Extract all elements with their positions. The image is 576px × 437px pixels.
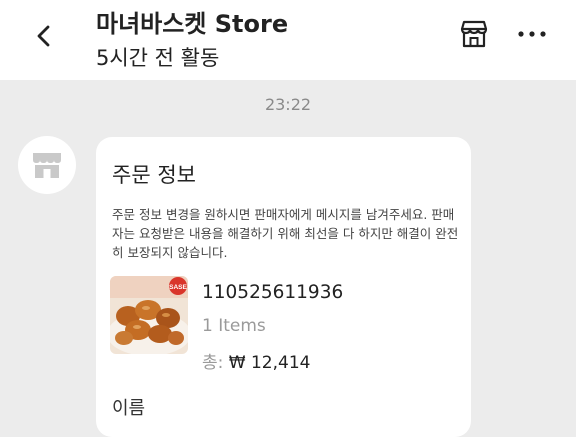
- storefront-icon: [460, 20, 488, 48]
- activity-status: 5시간 전 활동: [96, 46, 220, 70]
- store-name-title: 마녀바스켓 Store: [96, 10, 289, 38]
- product-thumbnail[interactable]: SASE: [110, 276, 188, 354]
- order-number: 110525611936: [202, 282, 344, 303]
- order-info-card[interactable]: 주문 정보 주문 정보 변경을 원하시면 판매자에게 메시지를 남겨주세요. 판…: [96, 137, 471, 437]
- store-avatar-icon: [33, 153, 61, 178]
- seller-avatar[interactable]: [18, 136, 76, 194]
- card-title: 주문 정보: [112, 163, 196, 187]
- top-bar: 마녀바스켓 Store 5시간 전 활동: [0, 0, 576, 80]
- name-label: 이름: [112, 398, 146, 419]
- order-change-notice: 주문 정보 변경을 원하시면 판매자에게 메시지를 남겨주세요. 판매자는 요청…: [112, 207, 459, 260]
- store-button[interactable]: [456, 16, 492, 52]
- order-item-count: 1 Items: [202, 316, 266, 336]
- back-button[interactable]: [28, 20, 60, 52]
- total-label: 총:: [202, 353, 224, 373]
- back-arrow-icon: [37, 25, 50, 47]
- product-badge: SASE: [169, 284, 187, 291]
- message-timestamp: 23:22: [264, 95, 312, 114]
- total-value: ₩ 12,414: [228, 353, 311, 373]
- more-options-button[interactable]: [512, 18, 552, 50]
- more-dots-icon: [518, 31, 546, 37]
- order-total: 총: ₩ 12,414: [202, 348, 310, 373]
